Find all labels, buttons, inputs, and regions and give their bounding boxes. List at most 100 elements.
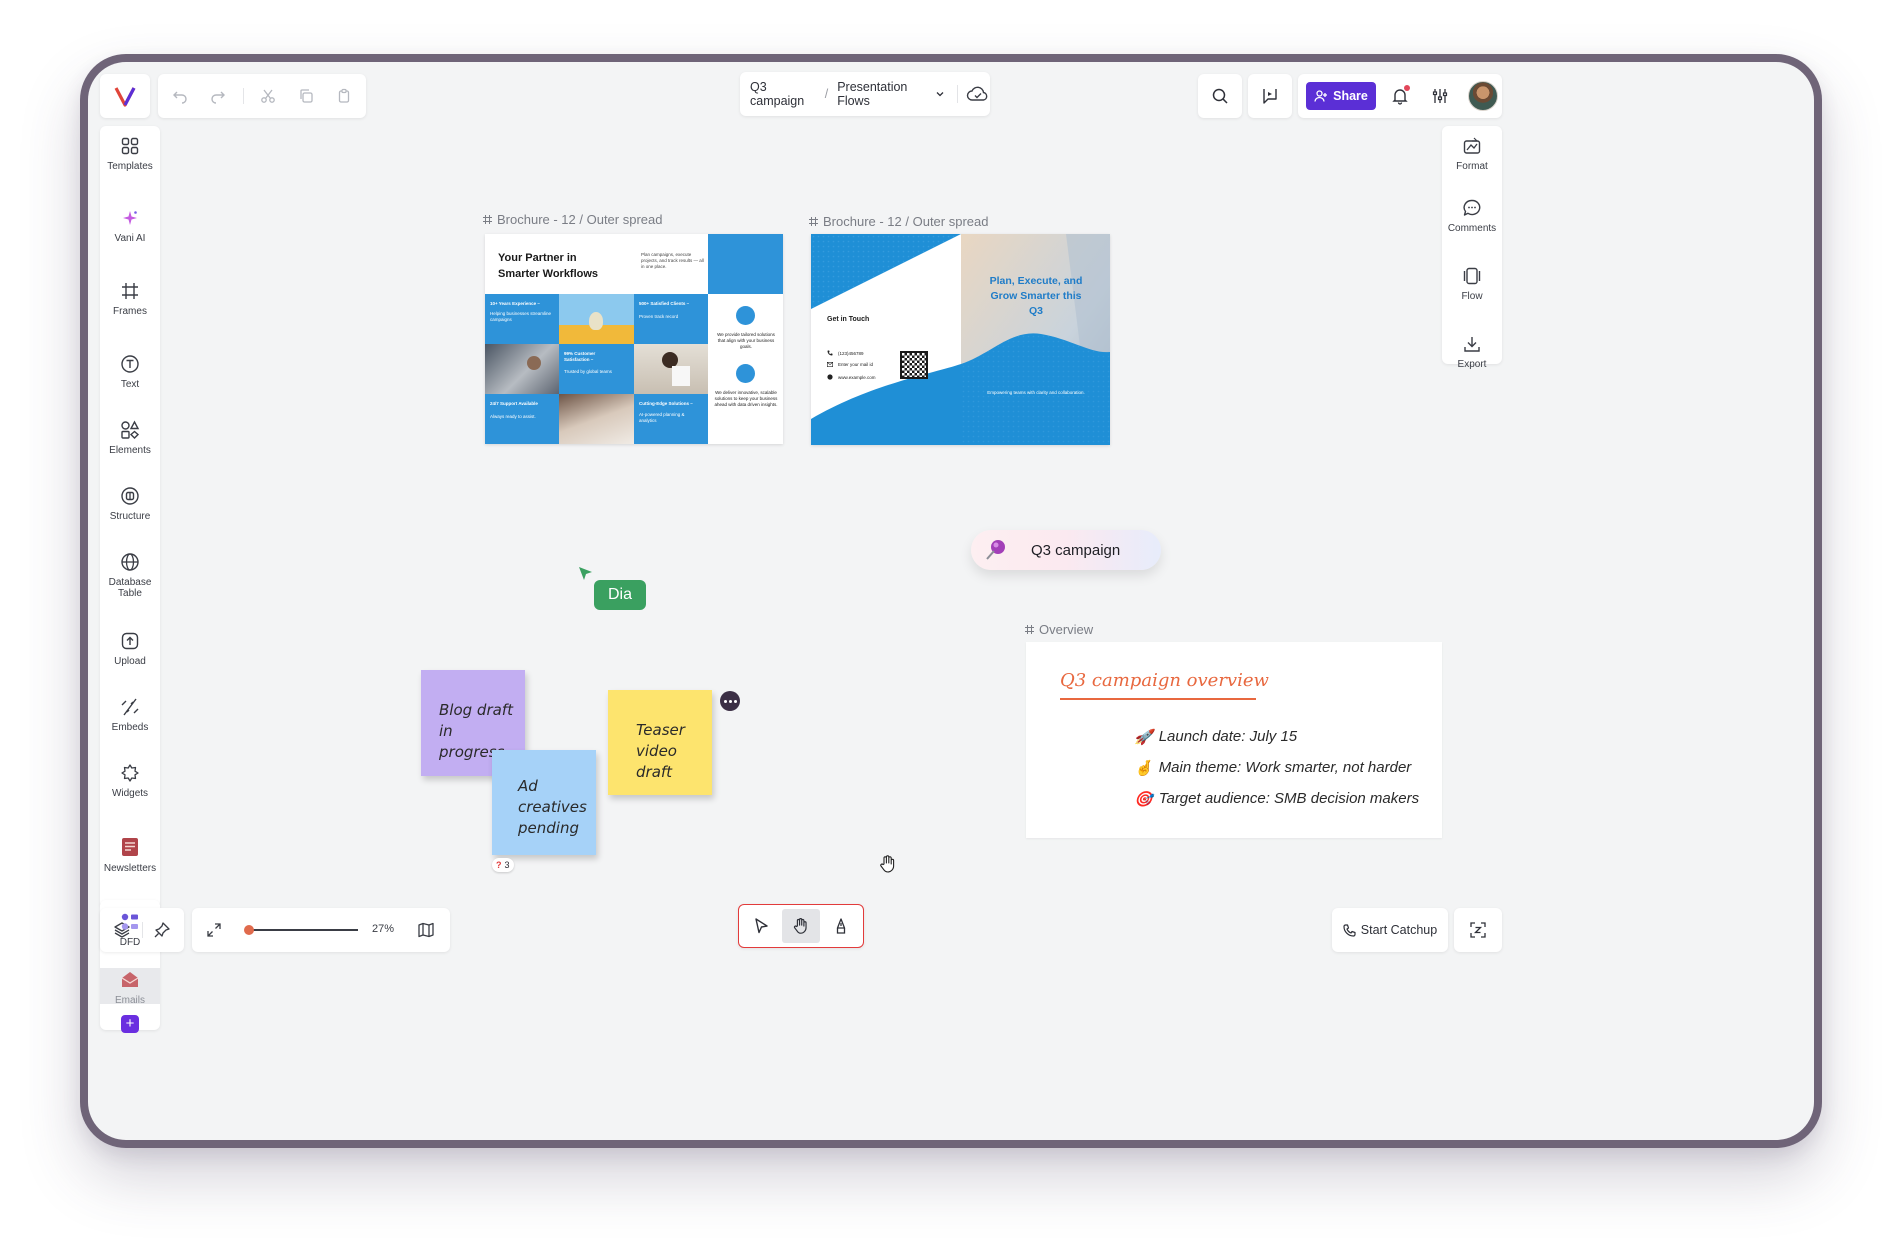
- cloud-sync-icon[interactable]: [966, 85, 990, 103]
- sidebar-item-label: Flow: [1461, 291, 1483, 302]
- start-catchup-label: Start Catchup: [1360, 923, 1438, 937]
- campaign-chip[interactable]: Q3 campaign: [971, 530, 1161, 570]
- cut-button[interactable]: [252, 80, 284, 112]
- tool-palette: [738, 904, 864, 948]
- shapes-icon: [120, 420, 140, 440]
- toolbar-divider: [243, 88, 244, 104]
- undo-button[interactable]: [164, 80, 196, 112]
- frame-hash-icon: [482, 214, 493, 225]
- web-icon: [827, 374, 833, 380]
- sidebar-item-dfd[interactable]: DFD: [100, 912, 160, 948]
- sidebar-item-label: Export: [1457, 359, 1487, 370]
- tile-body: AI-powered planning & analytics: [639, 412, 685, 423]
- copy-icon: [298, 88, 314, 104]
- hand-tool-button[interactable]: [782, 909, 820, 943]
- tile-title: 99% Customer Satisfaction –: [564, 351, 596, 362]
- collaborator-name-tag: Dia: [594, 580, 646, 610]
- comment-dot: [728, 699, 732, 703]
- assistant-button[interactable]: [1462, 914, 1494, 946]
- sliders-icon: [1431, 87, 1449, 105]
- sidebar-item-vani-ai[interactable]: Vani AI: [100, 208, 160, 244]
- app-logo-icon[interactable]: [113, 84, 137, 108]
- comment-bubble[interactable]: [720, 691, 740, 711]
- phone-icon: [827, 350, 833, 356]
- frame-label-text: Brochure - 12 / Outer spread: [497, 212, 663, 227]
- overview-frame[interactable]: Q3 campaign overview 🚀 Launch date: July…: [1026, 642, 1442, 838]
- sidebar-item-frames[interactable]: Frames: [100, 281, 160, 317]
- redo-button[interactable]: [202, 80, 234, 112]
- rocket-icon: 🚀: [1134, 729, 1153, 746]
- share-button[interactable]: Share: [1306, 82, 1376, 110]
- start-catchup-button[interactable]: Start Catchup: [1332, 908, 1448, 952]
- present-button[interactable]: [1254, 80, 1286, 112]
- search-button[interactable]: [1204, 80, 1236, 112]
- breadcrumb-project[interactable]: Q3 campaign: [750, 80, 816, 108]
- comment-dot: [733, 699, 737, 703]
- pen-tool-button[interactable]: [823, 909, 859, 943]
- brochure-1-frame[interactable]: Your Partner in Smarter Workflows Plan c…: [485, 234, 783, 444]
- notifications-button[interactable]: [1384, 80, 1416, 112]
- templates-icon: [120, 136, 140, 156]
- sidebar-item-templates[interactable]: Templates: [100, 136, 160, 172]
- sidebar-item-flow[interactable]: Flow: [1442, 266, 1502, 302]
- add-widget-button[interactable]: +: [121, 1015, 139, 1033]
- sidebar-item-emails[interactable]: Emails: [100, 968, 160, 1004]
- share-label: Share: [1333, 89, 1368, 103]
- breadcrumb-page[interactable]: Presentation Flows: [837, 80, 931, 108]
- tile-title: 500+ Satisfied Clients –: [639, 301, 690, 306]
- map-icon: [417, 921, 435, 939]
- person-shape: [527, 356, 541, 370]
- sidebar-item-embeds[interactable]: Embeds: [100, 697, 160, 733]
- settings-button[interactable]: [1424, 80, 1456, 112]
- share-panel: Share: [1298, 74, 1502, 118]
- redo-icon: [210, 88, 226, 104]
- frame-label-brochure-1[interactable]: Brochure - 12 / Outer spread: [482, 212, 662, 227]
- notification-dot: [1404, 85, 1410, 91]
- zoom-slider[interactable]: [244, 925, 358, 935]
- brochure-1-side-text-2: We deliver innovative, scalable solution…: [714, 390, 778, 407]
- sidebar-item-label: Format: [1456, 161, 1488, 172]
- zoom-slider-thumb[interactable]: [244, 925, 254, 935]
- sidebar-item-widgets[interactable]: Widgets: [100, 763, 160, 799]
- sticky-reaction-badge[interactable]: ? 3: [492, 858, 514, 872]
- paste-button[interactable]: [328, 80, 360, 112]
- fit-screen-button[interactable]: [198, 914, 230, 946]
- bulb-shape: [589, 312, 603, 330]
- frame-label-brochure-2[interactable]: Brochure - 12 / Outer spread: [808, 214, 988, 229]
- sticky-note-yellow[interactable]: Teaser video draft: [608, 690, 712, 795]
- brochure-1-photo-bulb: [559, 294, 634, 344]
- overview-title: Q3 campaign overview: [1060, 670, 1269, 691]
- present-icon: [1261, 87, 1279, 105]
- sidebar-item-comments[interactable]: Comments: [1442, 198, 1502, 234]
- sidebar-item-label: Elements: [109, 445, 151, 456]
- minimap-button[interactable]: [410, 914, 442, 946]
- copy-button[interactable]: [290, 80, 322, 112]
- search-icon: [1211, 87, 1229, 105]
- right-sidebar: Format Comments Flow Export: [1442, 126, 1502, 370]
- flow-icon: [1462, 266, 1482, 286]
- chevron-down-icon[interactable]: [935, 89, 945, 99]
- sidebar-item-structure[interactable]: Structure: [100, 486, 160, 522]
- sidebar-item-export[interactable]: Export: [1442, 334, 1502, 370]
- brochure-2-frame[interactable]: Get in Touch (123)456789 Enter your mail…: [811, 234, 1110, 445]
- brochure-1-photo-meeting: [559, 394, 634, 444]
- select-tool-button[interactable]: [743, 909, 779, 943]
- overview-item-text: Launch date: July 15: [1158, 728, 1298, 745]
- sidebar-item-elements[interactable]: Elements: [100, 420, 160, 456]
- brochure-1-tile-4: 24/7 Support Available Always ready to a…: [485, 394, 559, 444]
- globe-icon: [120, 552, 140, 572]
- sidebar-item-label: Text: [120, 379, 140, 390]
- mail-icon: [827, 362, 833, 367]
- sidebar-item-database-table[interactable]: Database Table: [100, 552, 160, 599]
- sidebar-item-upload[interactable]: Upload: [100, 631, 160, 667]
- user-avatar[interactable]: [1468, 81, 1498, 111]
- pointer-icon: [752, 917, 770, 935]
- sticky-note-text: Teaser video draft: [636, 721, 685, 781]
- sidebar-item-label: Upload: [114, 656, 146, 667]
- zia-panel: [1454, 908, 1502, 952]
- frame-label-overview[interactable]: Overview: [1024, 622, 1093, 637]
- sidebar-item-text[interactable]: Text: [100, 354, 160, 390]
- sidebar-item-format[interactable]: Format: [1442, 136, 1502, 172]
- sticky-note-blue[interactable]: Ad creatives pending: [492, 750, 596, 855]
- brochure-2-tagline: Empowering teams with clarity and collab…: [987, 390, 1085, 395]
